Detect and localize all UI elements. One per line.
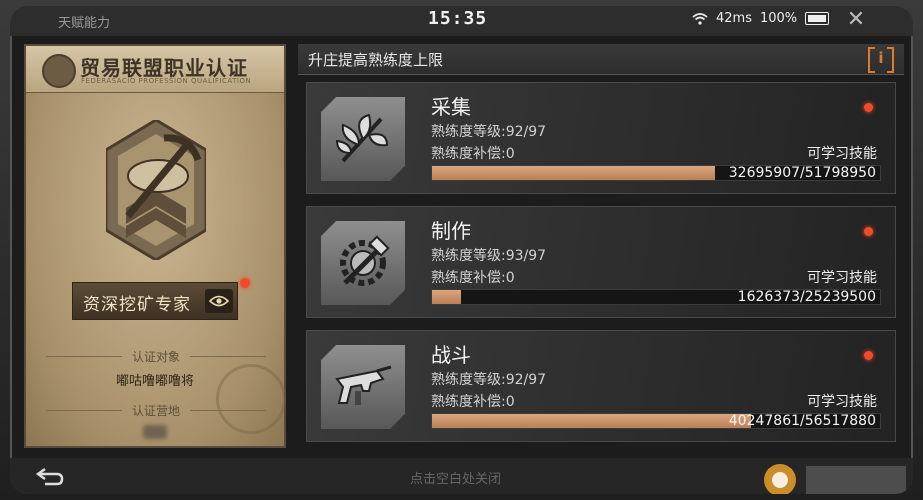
progress-text: 40247861/56517880 bbox=[728, 413, 876, 429]
stamp-mark bbox=[216, 364, 286, 434]
learnable-skill-link[interactable]: 可学习技能 bbox=[807, 143, 877, 163]
divider bbox=[46, 356, 122, 357]
progress-fill bbox=[432, 290, 461, 304]
skill-bonus: 熟练度补偿:0 bbox=[431, 146, 515, 162]
league-seal-icon bbox=[42, 54, 76, 88]
leaf-icon bbox=[321, 97, 405, 181]
status-bar: 天赋能力 15:35 42ms 100% ✕ bbox=[10, 6, 913, 36]
progress-text: 32695907/51798950 bbox=[728, 165, 876, 181]
learnable-skill-link[interactable]: 可学习技能 bbox=[807, 391, 877, 411]
back-button[interactable] bbox=[22, 462, 78, 490]
notification-dot bbox=[864, 227, 873, 236]
camp-label: 认证营地 bbox=[132, 404, 181, 418]
back-arrow-icon bbox=[35, 467, 64, 486]
target-label: 认证对象 bbox=[132, 350, 181, 364]
divider bbox=[46, 410, 122, 411]
proficiency-progress-bar: 32695907/51798950 bbox=[431, 165, 881, 181]
notification-dot bbox=[864, 103, 873, 112]
pickaxe-badge-icon bbox=[106, 120, 206, 260]
battery-icon bbox=[805, 12, 830, 25]
game-screen: 天赋能力 15:35 42ms 100% ✕ 贸易联盟职业认证 FEDERASA… bbox=[10, 6, 913, 494]
watermark-logo bbox=[764, 464, 906, 494]
device-frame: 天赋能力 15:35 42ms 100% ✕ 贸易联盟职业认证 FEDERASA… bbox=[0, 0, 923, 500]
skill-bonus: 熟练度补偿:0 bbox=[431, 270, 515, 286]
panel-header: 升庄提高熟练度上限 i bbox=[298, 44, 904, 75]
notification-dot bbox=[864, 351, 873, 360]
close-hint[interactable]: 点击空白处关闭 bbox=[410, 468, 501, 487]
skill-card-combat[interactable]: 战斗 熟练度等级:92/97 熟练度补偿:0 可学习技能 40247861/56… bbox=[306, 330, 896, 442]
certificate-subtitle: FEDERASACIO PROFESSION QUALIFICATION bbox=[81, 77, 252, 85]
hammer-gear-icon bbox=[321, 221, 405, 305]
skill-level: 熟练度等级:92/97 bbox=[431, 124, 547, 140]
progress-fill bbox=[432, 414, 751, 428]
skill-level: 熟练度等级:92/97 bbox=[431, 372, 547, 388]
divider bbox=[190, 356, 267, 357]
rank-title-button[interactable]: 资深挖矿专家 bbox=[72, 282, 238, 320]
rank-notification-dot bbox=[240, 278, 250, 288]
panel-title: 升庄提高熟练度上限 bbox=[308, 51, 444, 69]
certificate-card: 贸易联盟职业认证 FEDERASACIO PROFESSION QUALIFIC… bbox=[24, 44, 286, 448]
skill-card-crafting[interactable]: 制作 熟练度等级:93/97 熟练度补偿:0 可学习技能 1626373/252… bbox=[306, 206, 896, 318]
skill-card-gathering[interactable]: 采集 熟练度等级:92/97 熟练度补偿:0 可学习技能 32695907/51… bbox=[306, 82, 896, 194]
wifi-icon bbox=[692, 12, 708, 25]
target-label-row: 认证对象 bbox=[46, 348, 267, 365]
rank-title: 资深挖矿专家 bbox=[83, 295, 191, 315]
progress-text: 1626373/25239500 bbox=[737, 289, 876, 305]
eye-icon[interactable] bbox=[205, 289, 233, 313]
system-indicators: 42ms 100% bbox=[692, 11, 830, 26]
skill-name: 制作 bbox=[431, 219, 471, 243]
close-button[interactable]: ✕ bbox=[844, 8, 868, 32]
skill-name: 战斗 bbox=[431, 343, 471, 367]
battery-text: 100% bbox=[759, 11, 798, 26]
progress-fill bbox=[432, 166, 715, 180]
info-button[interactable]: i bbox=[868, 47, 894, 73]
gun-icon bbox=[321, 345, 405, 429]
certificate-header: 贸易联盟职业认证 FEDERASACIO PROFESSION QUALIFIC… bbox=[26, 46, 284, 93]
skill-name: 采集 bbox=[431, 95, 471, 119]
skill-level: 熟练度等级:93/97 bbox=[431, 248, 547, 264]
proficiency-progress-bar: 1626373/25239500 bbox=[431, 289, 881, 305]
camp-value-redacted bbox=[143, 425, 167, 439]
app-title: 天赋能力 bbox=[58, 16, 111, 31]
learnable-skill-link[interactable]: 可学习技能 bbox=[807, 267, 877, 287]
skill-bonus: 熟练度补偿:0 bbox=[431, 394, 515, 410]
proficiency-progress-bar: 40247861/56517880 bbox=[431, 413, 881, 429]
clock: 15:35 bbox=[428, 8, 488, 29]
ping-text: 42ms bbox=[716, 11, 752, 26]
